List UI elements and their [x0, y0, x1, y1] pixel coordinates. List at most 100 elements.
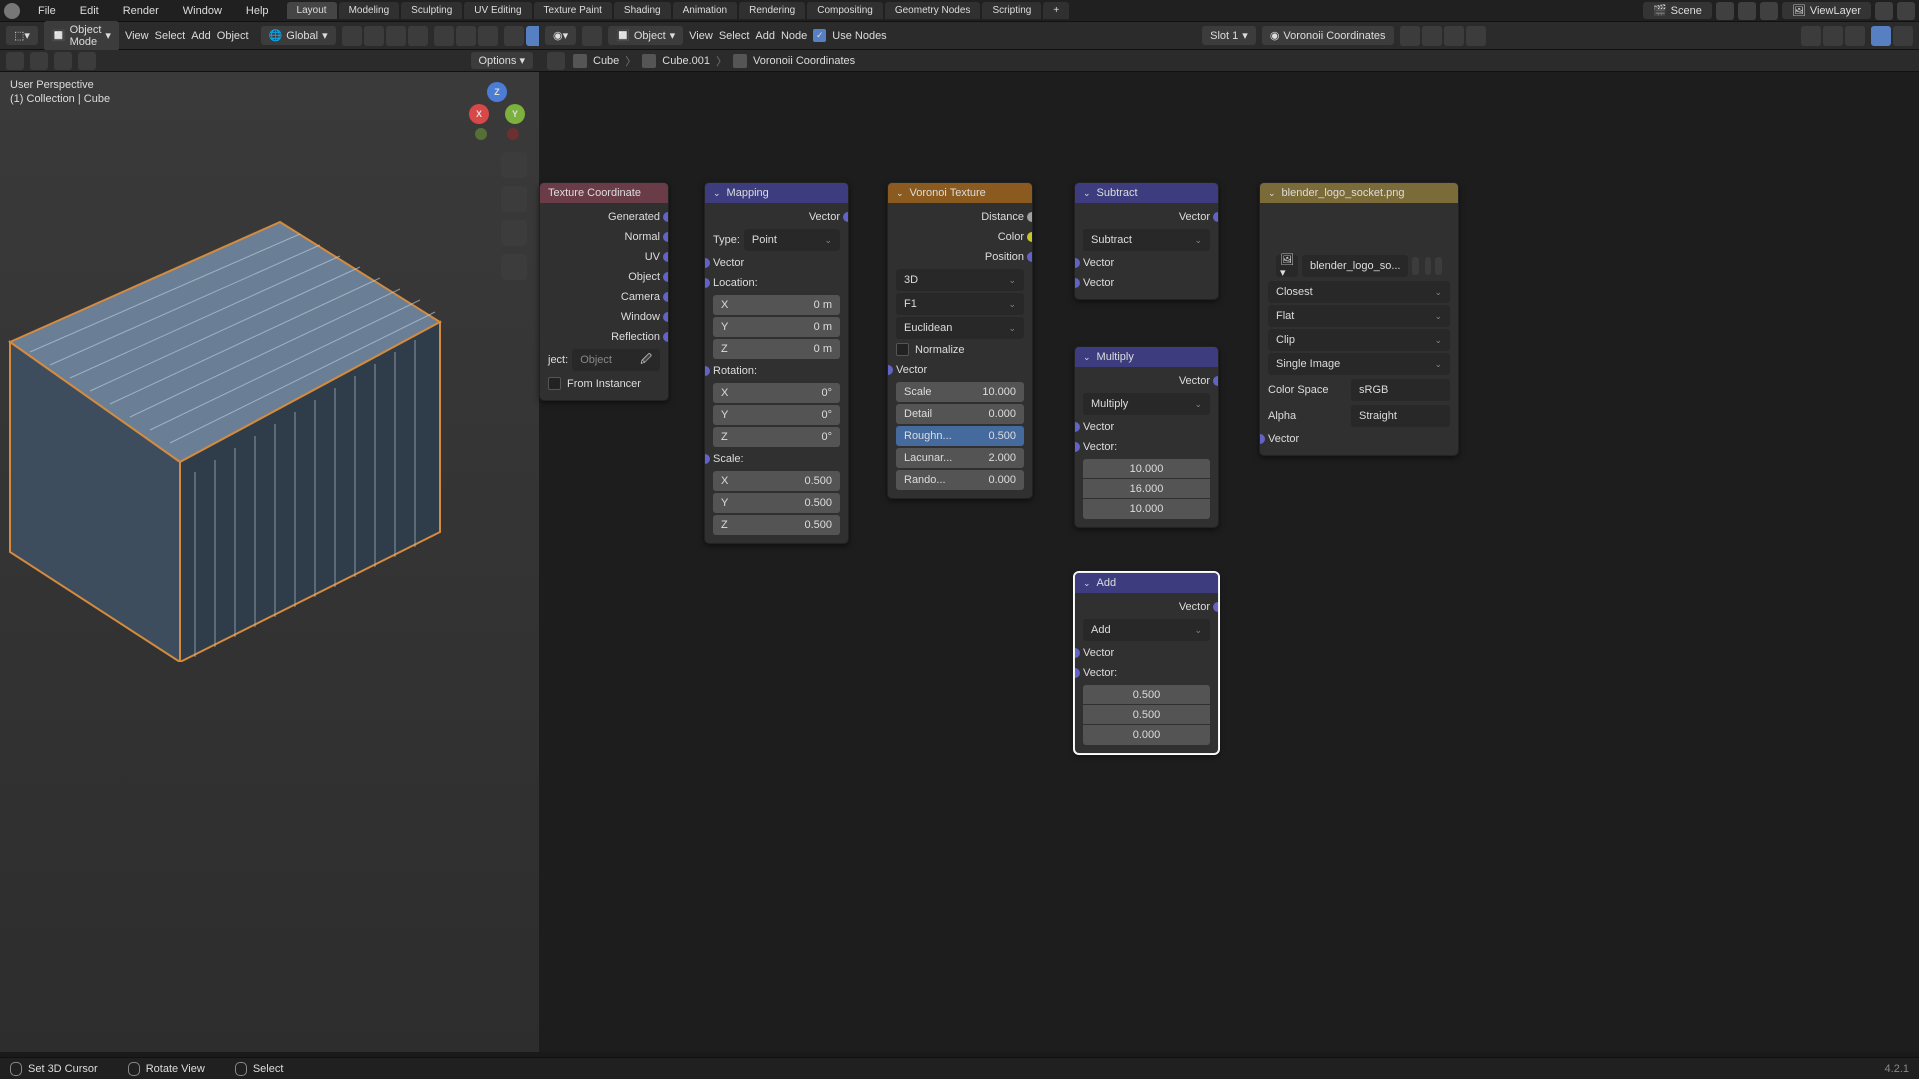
mul-z[interactable]: 10.000	[1083, 499, 1210, 519]
bc-cube[interactable]: Cube	[593, 55, 619, 67]
image-name-field[interactable]: blender_logo_so...	[1302, 255, 1409, 277]
loc-x[interactable]: X0 m	[713, 295, 840, 315]
ne-overlay-icon[interactable]	[1823, 26, 1843, 46]
add-z[interactable]: 0.000	[1083, 725, 1210, 745]
tab-anim[interactable]: Animation	[673, 2, 737, 19]
from-instancer-checkbox[interactable]: From Instancer	[540, 375, 668, 392]
viewport-3d[interactable]: User Perspective (1) Collection | Cube Z…	[0, 72, 539, 1052]
op-multiply[interactable]: Multiply⌄	[1083, 393, 1210, 415]
tab-shading[interactable]: Shading	[614, 2, 671, 19]
axis-x-icon[interactable]: X	[469, 104, 489, 124]
ne-menu-select[interactable]: Select	[719, 30, 750, 42]
scale-y[interactable]: Y0.500	[713, 493, 840, 513]
ne-gizmo-icon[interactable]	[1801, 26, 1821, 46]
ext-dropdown[interactable]: Clip⌄	[1268, 329, 1450, 351]
tab-geonodes[interactable]: Geometry Nodes	[885, 2, 981, 19]
tool-cursor-icon[interactable]	[6, 52, 24, 70]
proj-dropdown[interactable]: Flat⌄	[1268, 305, 1450, 327]
node-mapping[interactable]: ⌄Mapping Vector Type: Point⌄ Vector Loca…	[704, 182, 849, 544]
node-editor[interactable]: Texture Coordinate Generated Normal UV O…	[539, 72, 1919, 1052]
slot-selector[interactable]: Slot 1 ▾	[1202, 26, 1256, 45]
axis-y-icon[interactable]: Y	[505, 104, 525, 124]
mat-new-icon[interactable]	[1422, 26, 1442, 46]
interp-dropdown[interactable]: Closest⌄	[1268, 281, 1450, 303]
mapping-type-dropdown[interactable]: Point⌄	[744, 229, 840, 251]
tool-box-icon[interactable]	[30, 52, 48, 70]
node-header[interactable]: ⌄blender_logo_socket.png	[1260, 183, 1458, 203]
node-multiply[interactable]: ⌄Multiply Vector Multiply⌄ Vector Vector…	[1074, 346, 1219, 528]
image-new-icon[interactable]	[1425, 257, 1432, 275]
tab-script[interactable]: Scripting	[982, 2, 1041, 19]
vp-menu-select[interactable]: Select	[155, 30, 186, 42]
ne-menu-node[interactable]: Node	[781, 30, 807, 42]
scene-del-icon[interactable]	[1760, 2, 1778, 20]
voronoi-feature[interactable]: F1⌄	[896, 293, 1024, 315]
node-header[interactable]: ⌄Voronoi Texture	[888, 183, 1032, 203]
rot-x[interactable]: X0°	[713, 383, 840, 403]
node-image[interactable]: ⌄blender_logo_socket.png 🖼▾ blender_logo…	[1259, 182, 1459, 456]
axis-neg-x-icon[interactable]	[507, 128, 519, 140]
tab-comp[interactable]: Compositing	[807, 2, 883, 19]
ne-menu-view[interactable]: View	[689, 30, 713, 42]
scene-new-icon[interactable]	[1738, 2, 1756, 20]
voronoi-dim[interactable]: 3D⌄	[896, 269, 1024, 291]
overlay-toggle-icon[interactable]	[478, 26, 498, 46]
mat-pin-icon[interactable]	[1466, 26, 1486, 46]
shadertype-icon[interactable]	[582, 26, 602, 46]
camera-toggle-icon[interactable]	[501, 220, 527, 246]
vl-del-icon[interactable]	[1897, 2, 1915, 20]
tab-render[interactable]: Rendering	[739, 2, 805, 19]
source-dropdown[interactable]: Single Image⌄	[1268, 353, 1450, 375]
add-x[interactable]: 0.500	[1083, 685, 1210, 705]
object-field[interactable]: Object🖉	[572, 349, 660, 371]
ne-tool-icon[interactable]	[547, 52, 565, 70]
tab-add[interactable]: +	[1043, 2, 1069, 19]
node-header[interactable]: ⌄Subtract	[1075, 183, 1218, 203]
ne-mode-b-icon[interactable]	[1893, 26, 1913, 46]
pivot-icon[interactable]	[342, 26, 362, 46]
mul-x[interactable]: 10.000	[1083, 459, 1210, 479]
op-subtract[interactable]: Subtract⌄	[1083, 229, 1210, 251]
vl-new-icon[interactable]	[1875, 2, 1893, 20]
rot-z[interactable]: Z0°	[713, 427, 840, 447]
node-header[interactable]: ⌄Mapping	[705, 183, 848, 203]
mat-del-icon[interactable]	[1444, 26, 1464, 46]
orientation-selector[interactable]: 🌐 Global ▾	[261, 26, 336, 45]
mat-browse-icon[interactable]	[1400, 26, 1420, 46]
vp-menu-object[interactable]: Object	[217, 30, 249, 42]
op-add[interactable]: Add⌄	[1083, 619, 1210, 641]
add-y[interactable]: 0.500	[1083, 705, 1210, 725]
param-detail[interactable]: Detail0.000	[896, 404, 1024, 424]
ortho-toggle-icon[interactable]	[501, 254, 527, 280]
rot-y[interactable]: Y0°	[713, 405, 840, 425]
fakeuser-icon[interactable]	[1412, 257, 1419, 275]
voronoi-metric[interactable]: Euclidean⌄	[896, 317, 1024, 339]
normalize-checkbox[interactable]: Normalize	[888, 341, 1032, 358]
mul-y[interactable]: 16.000	[1083, 479, 1210, 499]
mode-selector[interactable]: 🔲 Object Mode ▾	[44, 21, 119, 51]
options-dropdown[interactable]: Options ▾	[471, 52, 534, 69]
zoom-icon[interactable]	[501, 152, 527, 178]
colorspace-dropdown[interactable]: sRGB	[1351, 379, 1450, 401]
menu-render[interactable]: Render	[117, 3, 165, 19]
ne-snap-icon[interactable]	[1845, 26, 1865, 46]
param-scale[interactable]: Scale10.000	[896, 382, 1024, 402]
propedit-icon[interactable]	[408, 26, 428, 46]
scene-pin-icon[interactable]	[1716, 2, 1734, 20]
node-add[interactable]: ⌄Add Vector Add⌄ Vector Vector: 0.500 0.…	[1074, 572, 1219, 754]
alpha-dropdown[interactable]: Straight	[1351, 405, 1450, 427]
shader-mode-selector[interactable]: 🔲 Object ▾	[608, 26, 683, 45]
tab-uv[interactable]: UV Editing	[464, 2, 531, 19]
param-lacun[interactable]: Lacunar...2.000	[896, 448, 1024, 468]
menu-help[interactable]: Help	[240, 3, 275, 19]
image-open-icon[interactable]	[1435, 257, 1442, 275]
image-browse-icon[interactable]: 🖼▾	[1276, 255, 1298, 277]
scale-z[interactable]: Z0.500	[713, 515, 840, 535]
editor-type-icon[interactable]: ⬚▾	[6, 26, 38, 45]
tab-sculpting[interactable]: Sculpting	[401, 2, 462, 19]
pan-icon[interactable]	[501, 186, 527, 212]
use-nodes-checkbox[interactable]: ✓	[813, 29, 826, 42]
loc-y[interactable]: Y0 m	[713, 317, 840, 337]
snap-target-icon[interactable]	[386, 26, 406, 46]
ne-menu-add[interactable]: Add	[755, 30, 775, 42]
